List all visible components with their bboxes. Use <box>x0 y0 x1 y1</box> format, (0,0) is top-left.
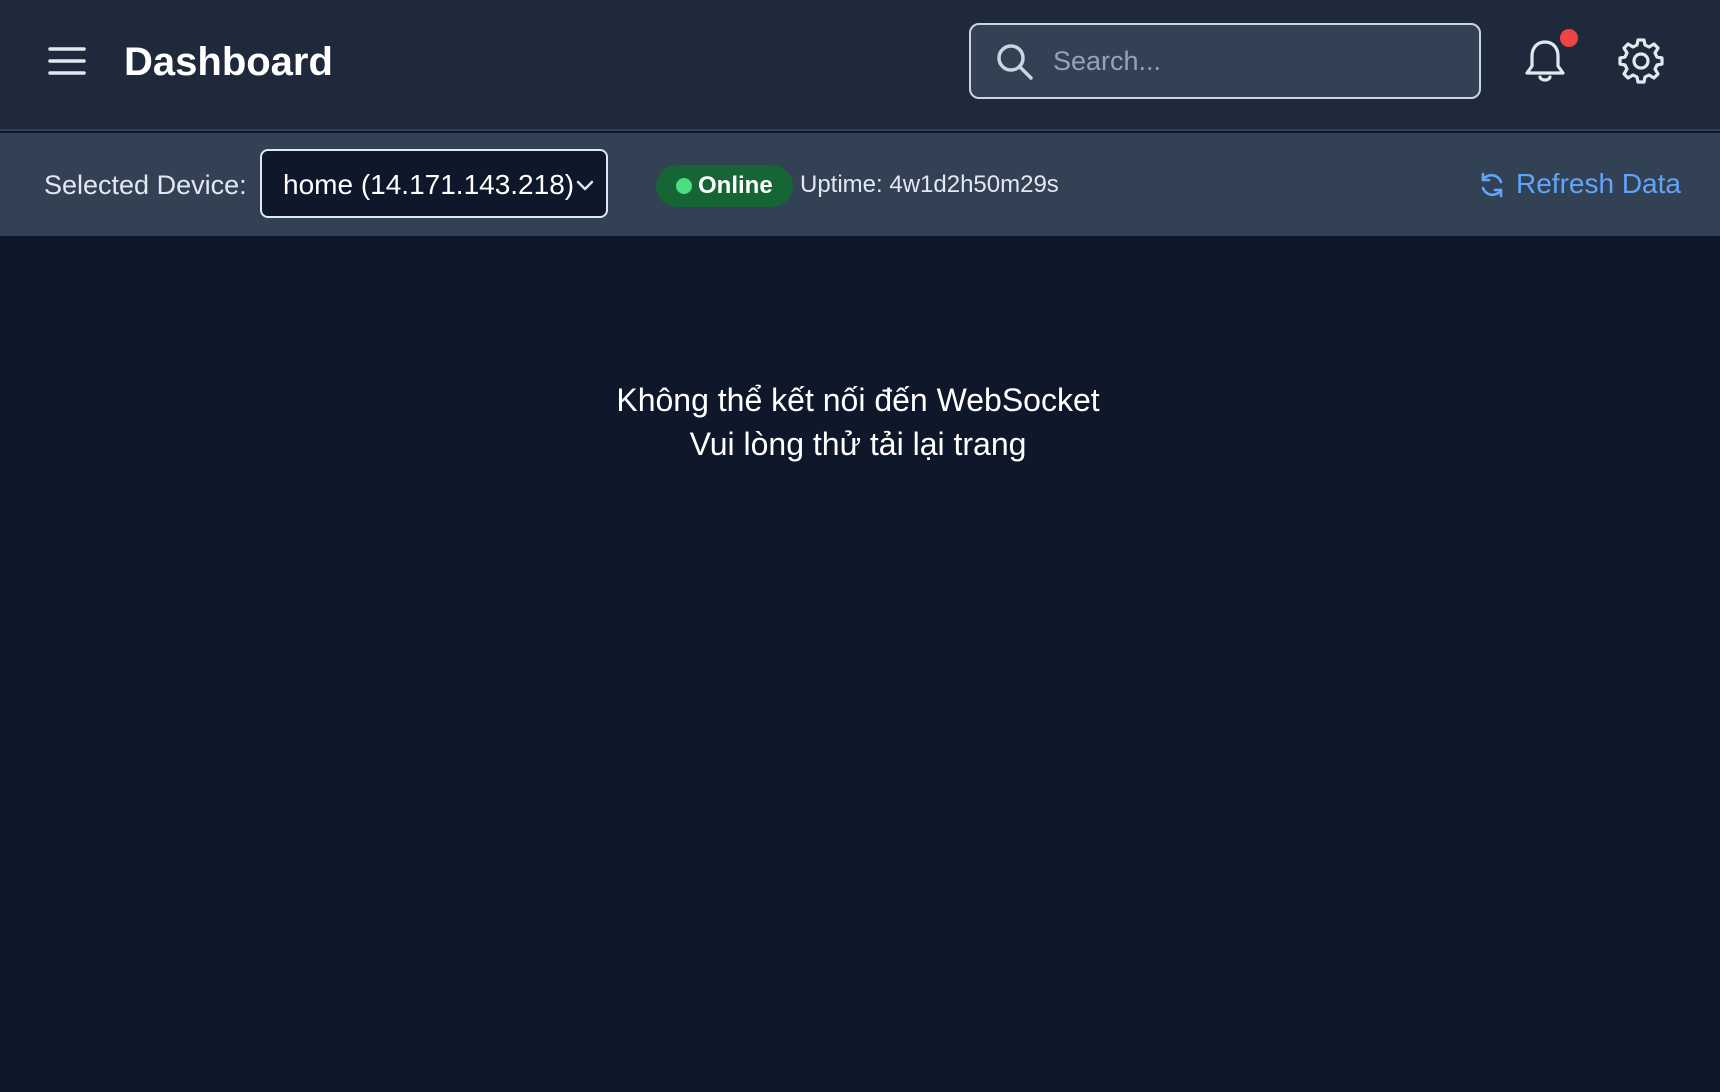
status-badge-label: Online <box>698 172 773 199</box>
connection-error-message: Không thể kết nối đến WebSocket Vui lòng… <box>0 378 1716 466</box>
device-bar: Selected Device: home (14.171.143.218) O… <box>0 133 1720 236</box>
menu-icon[interactable] <box>44 38 90 84</box>
gear-icon[interactable] <box>1618 38 1664 84</box>
refresh-icon <box>1478 171 1506 199</box>
device-select[interactable]: home (14.171.143.218) <box>260 149 608 218</box>
uptime-text: Uptime: 4w1d2h50m29s <box>800 171 1059 198</box>
status-badge: Online <box>656 165 793 207</box>
search-input[interactable] <box>1051 33 1461 89</box>
error-line-2: Vui lòng thử tải lại trang <box>689 426 1027 462</box>
page-title: Dashboard <box>124 40 333 84</box>
selected-device-label: Selected Device: <box>44 170 247 200</box>
main-content: Không thể kết nối đến WebSocket Vui lòng… <box>0 236 1720 1092</box>
search-icon <box>995 42 1035 82</box>
refresh-data-label: Refresh Data <box>1516 168 1681 199</box>
notification-badge <box>1560 29 1578 47</box>
device-select-value: home (14.171.143.218) <box>283 169 575 200</box>
top-navbar: Dashboard <box>0 0 1720 131</box>
status-dot-icon <box>676 178 692 194</box>
search-box[interactable] <box>969 23 1481 99</box>
chevron-down-icon <box>574 175 596 197</box>
error-line-1: Không thể kết nối đến WebSocket <box>616 382 1100 418</box>
